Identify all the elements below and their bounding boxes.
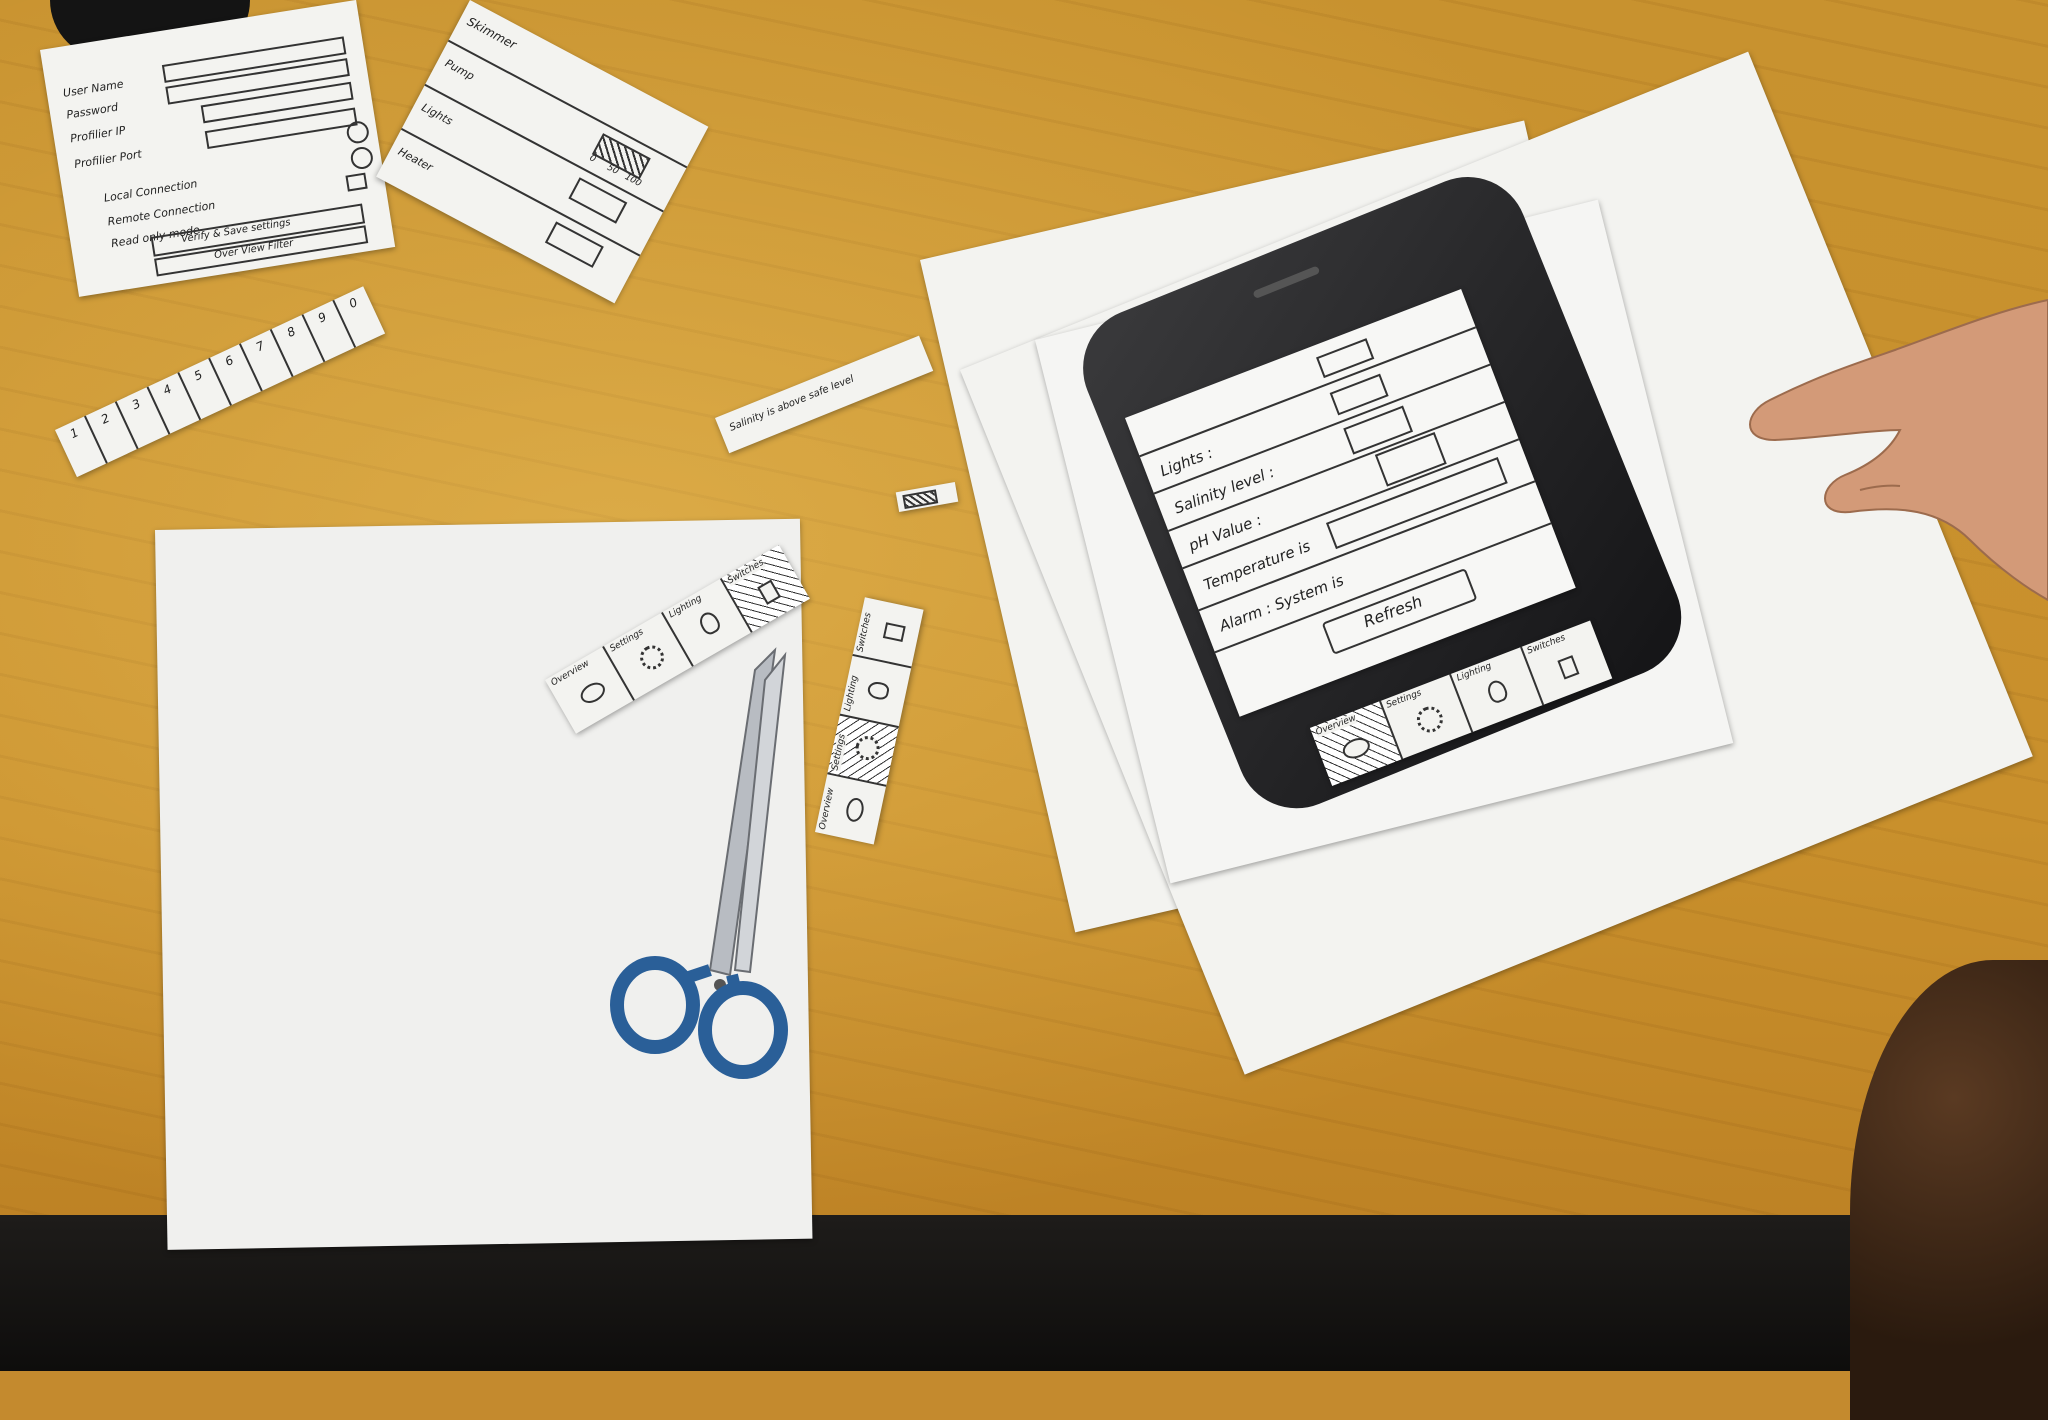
tabbar-b-tab: Overview (815, 772, 887, 845)
screen-row-lights: Lights : (1157, 443, 1216, 481)
hand-icon (1749, 298, 2048, 602)
pump-tick-min: 0 (587, 153, 598, 165)
login-remote-checkbox (345, 172, 368, 192)
login-sketch-card: User Name Password Profilier IP Profilie… (40, 0, 396, 297)
pump-slider-3 (544, 221, 604, 268)
eye-icon (844, 796, 866, 824)
login-row-username: User Name (62, 77, 125, 100)
pump-row-pump: Pump (442, 56, 477, 83)
eye-icon (1339, 734, 1373, 763)
screen-row-ph: pH Value : (1186, 510, 1265, 555)
lightbulb-icon (696, 609, 723, 638)
gear-icon (853, 734, 882, 763)
tabbar-b-tab: Lighting (840, 654, 912, 727)
login-radio-icon-2 (349, 145, 375, 171)
slider-cutout-fill (902, 489, 939, 510)
lightbulb-icon (1484, 677, 1510, 705)
switch-icon (1556, 655, 1580, 680)
login-radio-icon (345, 119, 371, 145)
switch-icon (757, 579, 782, 605)
pump-row-heater: Heater (395, 145, 435, 175)
pump-row-lights: Lights (419, 100, 455, 128)
login-row-remote: Remote Connection (106, 198, 217, 229)
pump-slider-2 (568, 177, 628, 224)
login-row-password: Password (65, 100, 119, 122)
pump-slider-1 (591, 133, 651, 180)
scissors-icon (610, 647, 788, 1079)
switch-icon (882, 622, 906, 643)
screen-row-temperature: Temperature is (1201, 536, 1313, 595)
screen-top-field (1316, 338, 1375, 379)
lightbulb-icon (866, 680, 891, 702)
tabbar-b-tab: Settings (827, 713, 899, 786)
login-row-ip: Profilier IP (69, 123, 127, 146)
login-row-port: Profilier Port (73, 147, 143, 171)
login-row-local: Local Connection (102, 177, 199, 205)
tabbar-b-tab: Switches (853, 597, 924, 667)
gear-icon (1412, 702, 1447, 737)
